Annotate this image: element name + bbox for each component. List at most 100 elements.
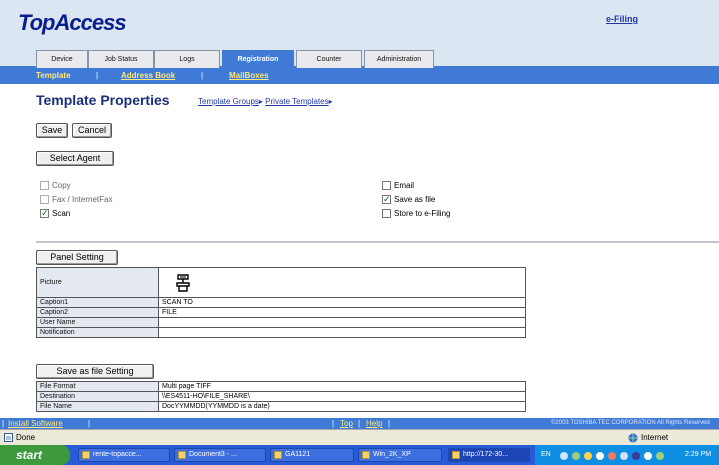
table-row: Notification — [36, 327, 526, 338]
tab-counter[interactable]: Counter — [296, 50, 362, 68]
breadcrumb-template-groups[interactable]: Template Groups — [198, 97, 259, 106]
page-done-icon — [4, 433, 13, 444]
footer-separator: | — [332, 419, 335, 428]
scan-label: Scan — [52, 209, 71, 218]
file-name-value: DocYYMMDD(YYMMDD is a date) — [158, 401, 526, 412]
taskbar-item[interactable]: rente-topacce... — [78, 448, 170, 462]
table-row: Caption1 SCAN TO — [36, 297, 526, 308]
tab-logs[interactable]: Logs — [154, 50, 220, 68]
window-icon — [178, 451, 186, 459]
save-as-file-table: File Format Multi page TIFF Destination \\… — [36, 381, 526, 412]
copyright-text: ©2003 TOSHIBA TEC CORPORATION All Rights… — [551, 420, 710, 426]
scan-checkbox[interactable]: Scan — [40, 208, 71, 219]
ie-globe-icon — [628, 433, 638, 445]
save-button[interactable]: Save — [36, 123, 68, 138]
panel-setting-button[interactable]: Panel Setting — [36, 250, 118, 265]
subnav-separator: | — [96, 71, 99, 80]
save-as-file-setting-button[interactable]: Save as file Setting — [36, 364, 154, 379]
help-link[interactable]: Help — [366, 419, 382, 428]
caption1-value: SCAN TO — [158, 297, 526, 308]
store-efiling-checkbox[interactable]: Store to e-Filing — [382, 209, 450, 219]
panel-setting-table: Picture Caption1 SCAN TO Caption2 FILE Use… — [36, 267, 526, 338]
sub-navigation: Template | Address Book | MailBoxes — [0, 68, 719, 84]
cancel-button[interactable]: Cancel — [72, 123, 112, 138]
page-title: Template Properties — [36, 92, 170, 108]
tab-job-status[interactable]: Job Status — [88, 50, 154, 68]
breadcrumb: Template Groups▸ Private Templates▸ — [198, 97, 333, 106]
destination-key: Destination — [36, 391, 159, 402]
folder-icon — [362, 451, 370, 459]
footer-separator: | — [358, 419, 361, 428]
breadcrumb-private-templates[interactable]: Private Templates — [265, 97, 328, 106]
email-checkbox[interactable]: Email — [382, 181, 414, 191]
picture-value — [158, 267, 526, 298]
taskbar-item[interactable]: GA1121 — [270, 448, 354, 462]
file-format-value: Multi page TIFF — [158, 381, 526, 392]
destination-value: \\ES4511-HO\FILE_SHARE\ — [158, 391, 526, 402]
install-software-link[interactable]: Install Software — [8, 419, 63, 428]
tab-registration[interactable]: Registration — [222, 50, 294, 68]
caption2-key: Caption2 — [36, 307, 159, 318]
efiling-link[interactable]: e-Filing — [606, 14, 638, 24]
notification-value — [158, 327, 526, 338]
table-row: Picture — [36, 267, 526, 298]
checkbox-icon — [382, 209, 391, 218]
footer-separator: | — [88, 419, 91, 428]
top-link[interactable]: Top — [340, 419, 353, 428]
taskbar-item[interactable]: Document3 - ... — [174, 448, 266, 462]
tray-icons — [559, 450, 669, 460]
checkbox-checked-icon — [40, 208, 49, 218]
subnav-template[interactable]: Template — [36, 71, 71, 80]
ie-globe-icon — [452, 451, 460, 459]
start-button[interactable]: start — [0, 445, 70, 465]
user-name-key: User Name — [36, 317, 159, 328]
browser-status-bar: Done Internet — [0, 429, 719, 445]
caption2-value: FILE — [158, 307, 526, 318]
table-row: Caption2 FILE — [36, 307, 526, 318]
store-efiling-label: Store to e-Filing — [394, 209, 451, 218]
fax-label: Fax / InternetFax — [52, 195, 113, 204]
subnav-mailboxes[interactable]: MailBoxes — [229, 71, 269, 80]
topaccess-logo: TopAccess — [18, 10, 127, 35]
fax-checkbox[interactable]: Fax / InternetFax — [40, 195, 112, 205]
breadcrumb-arrow-icon: ▸ — [328, 97, 333, 106]
page-footer: | Install Software | | Top | Help | ©200… — [0, 418, 719, 429]
table-row: File Name DocYYMMDD(YYMMDD is a date) — [36, 401, 526, 412]
notification-key: Notification — [36, 327, 159, 338]
table-row: User Name — [36, 317, 526, 328]
table-row: Destination \\ES4511-HO\FILE_SHARE\ — [36, 391, 526, 402]
email-label: Email — [394, 181, 415, 190]
checkbox-icon — [40, 195, 49, 204]
window-icon — [82, 451, 90, 459]
user-name-value — [158, 317, 526, 328]
taskbar-item[interactable]: Win_2K_XP — [358, 448, 442, 462]
folder-icon — [274, 451, 282, 459]
checkbox-icon — [40, 181, 49, 190]
copy-checkbox[interactable]: Copy — [40, 181, 71, 191]
picture-key: Picture — [36, 267, 159, 298]
tab-administration[interactable]: Administration — [364, 50, 434, 68]
main-content: Template Properties Template Groups ▸ Pri… — [0, 84, 719, 418]
save-as-file-label: Save as file — [394, 195, 436, 204]
status-text: Done — [16, 433, 36, 442]
checkbox-icon — [382, 181, 391, 190]
system-tray: EN 2:29 PM — [535, 445, 719, 465]
taskbar-item-active[interactable]: http://172-30... — [448, 448, 530, 462]
main-tabs: Device Job Status Logs Registration Coun… — [0, 46, 719, 68]
checkbox-checked-icon — [382, 194, 391, 204]
save-as-file-checkbox[interactable]: Save as file — [382, 194, 436, 205]
caption1-key: Caption1 — [36, 297, 159, 308]
section-divider — [36, 241, 719, 243]
header: TopAccess e-Filing — [0, 0, 719, 46]
windows-taskbar: start rente-topacce... Document3 - ... G… — [0, 445, 719, 465]
language-indicator[interactable]: EN — [541, 445, 551, 465]
security-zone: Internet — [641, 433, 669, 442]
file-name-key: File Name — [36, 401, 159, 412]
footer-separator: | — [2, 419, 5, 428]
file-format-key: File Format — [36, 381, 159, 392]
copy-label: Copy — [52, 181, 71, 190]
select-agent-button[interactable]: Select Agent — [36, 151, 114, 166]
tab-device[interactable]: Device — [36, 50, 88, 68]
subnav-address-book[interactable]: Address Book — [121, 71, 175, 80]
scan-to-file-icon[interactable] — [172, 272, 194, 294]
